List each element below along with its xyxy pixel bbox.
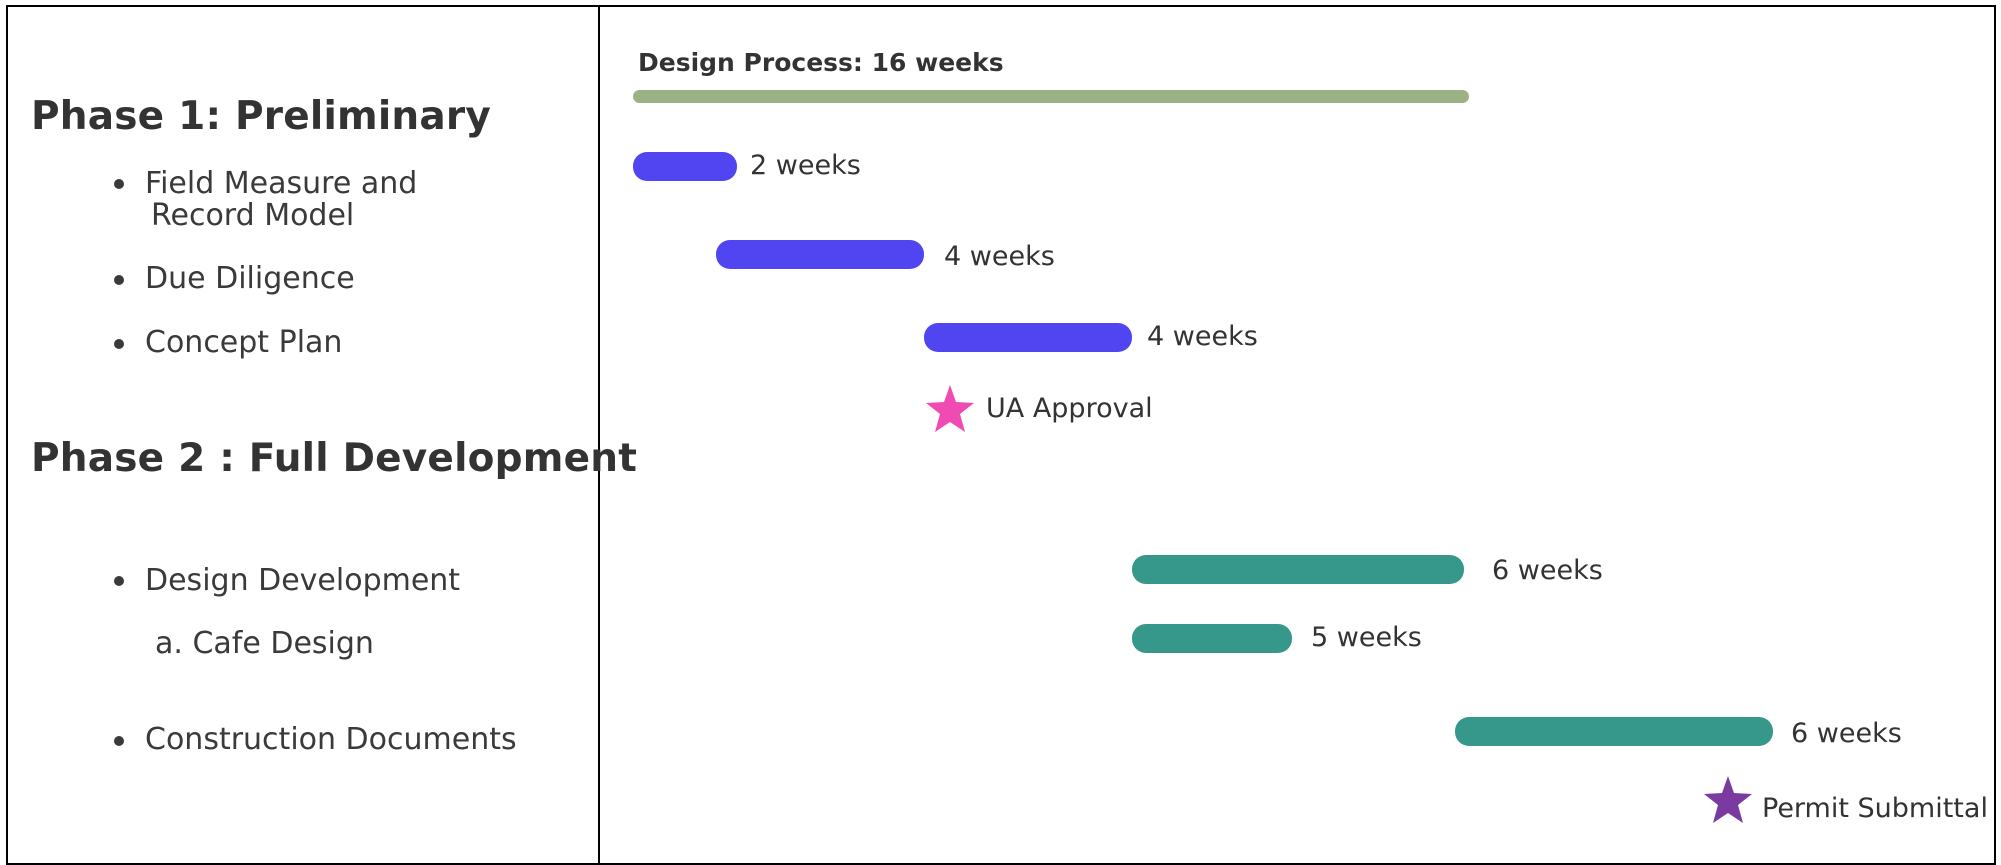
bar-cafe-design — [1132, 624, 1292, 653]
task-design-development: Design Development — [145, 563, 461, 598]
bar-concept-plan — [924, 323, 1132, 352]
duration-label: 5 weeks — [1311, 622, 1422, 653]
bar-design-development — [1132, 555, 1464, 584]
task-due-diligence: Due Diligence — [145, 261, 355, 296]
star-icon — [926, 385, 974, 432]
bullet-icon — [114, 275, 124, 285]
milestone-label: Permit Submittal — [1762, 793, 1988, 824]
task-concept-plan: Concept Plan — [145, 325, 343, 360]
star-icon — [1704, 776, 1752, 823]
duration-label: 2 weeks — [750, 150, 861, 181]
phase-2-title: Phase 2 : Full Development — [31, 436, 638, 481]
bullet-icon — [114, 179, 124, 189]
overall-duration-bar — [633, 90, 1469, 103]
bullet-icon — [114, 736, 124, 746]
duration-label: 4 weeks — [944, 241, 1055, 272]
bar-field-measure — [633, 152, 737, 181]
bar-due-diligence — [716, 240, 924, 269]
task-construction-documents: Construction Documents — [145, 722, 517, 757]
duration-label: 4 weeks — [1147, 321, 1258, 352]
task-record-model: Record Model — [151, 198, 355, 233]
duration-label: 6 weeks — [1791, 718, 1902, 749]
task-field-measure: Field Measure and — [145, 166, 418, 201]
phase-1-title: Phase 1: Preliminary — [31, 94, 491, 139]
panel-divider — [598, 5, 600, 865]
milestone-label: UA Approval — [986, 393, 1153, 424]
bullet-icon — [114, 576, 124, 586]
bar-construction-documents — [1455, 717, 1773, 746]
duration-label: 6 weeks — [1492, 555, 1603, 586]
task-cafe-design: a. Cafe Design — [155, 626, 374, 661]
overall-duration-label: Design Process: 16 weeks — [638, 48, 1004, 77]
bullet-icon — [114, 339, 124, 349]
